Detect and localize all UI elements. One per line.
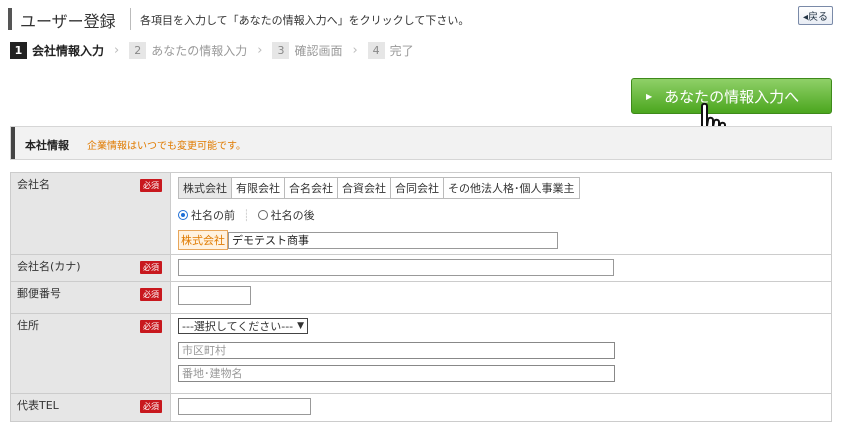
page-header: ユーザー登録 各項目を入力して「あなたの情報入力へ」をクリックして下さい。 ◂戻… — [8, 6, 833, 32]
selected-prefix-badge: 株式会社 — [178, 230, 228, 250]
step-label: 確認画面 — [294, 43, 343, 58]
prefecture-select[interactable]: ---選択してください--- ▼ — [178, 318, 309, 334]
street-building-input[interactable]: 番地･建物名 — [178, 365, 615, 382]
title-accent-bar — [8, 8, 12, 30]
prefecture-select-value: ---選択してください--- — [182, 320, 294, 333]
prefix-position-options: 社名の前 ┊ 社名の後 — [178, 207, 824, 223]
step-chevron-icon: › — [114, 42, 120, 58]
radio-label: 社名の後 — [270, 209, 315, 222]
play-arrow-icon: ▶ — [646, 91, 653, 101]
step-indicator: 1 会社情報入力 › 2 あなたの情報入力 › 3 確認画面 › 4 完了 — [10, 40, 414, 60]
corp-type-tab[interactable]: その他法人格･個人事業主 — [444, 177, 580, 199]
page-instruction: 各項目を入力して「あなたの情報入力へ」をクリックして下さい。 — [140, 14, 470, 27]
chevron-down-icon: ▼ — [297, 321, 305, 331]
required-badge: 必須 — [140, 179, 162, 192]
field-label-cell: 郵便番号 必須 — [10, 281, 171, 314]
headquarters-form: 会社名 必須 株式会社 有限会社 合名会社 合資会社 合同会社 その他法人格･個… — [10, 172, 832, 422]
step-chevron-icon: › — [257, 42, 263, 58]
step-1: 1 会社情報入力 — [10, 41, 105, 59]
phone-input[interactable] — [178, 398, 311, 415]
postal-code-input[interactable] — [178, 286, 251, 305]
step-4: 4 完了 — [367, 41, 414, 59]
required-badge: 必須 — [140, 261, 162, 274]
company-name-input[interactable]: デモテスト商事 — [228, 231, 558, 249]
field-label-cell: 住所 必須 — [10, 313, 171, 394]
form-row-phone: 代表TEL 必須 — [10, 393, 832, 422]
field-label-cell: 会社名(カナ) 必須 — [10, 254, 171, 282]
section-header-headquarters: 本社情報 企業情報はいつでも変更可能です。 — [10, 126, 832, 160]
form-row-company-kana: 会社名(カナ) 必須 — [10, 254, 832, 282]
company-name-label: 会社名 — [17, 178, 50, 191]
back-button-label: 戻る — [808, 12, 828, 23]
step-label: あなたの情報入力 — [151, 43, 248, 58]
title-divider — [130, 8, 131, 30]
step-3: 3 確認画面 — [272, 41, 343, 59]
option-divider: ┊ — [243, 208, 250, 222]
address-label: 住所 — [17, 319, 39, 332]
required-badge: 必須 — [140, 288, 162, 301]
corp-type-tab[interactable]: 合同会社 — [391, 177, 444, 199]
city-input[interactable]: 市区町村 — [178, 342, 615, 359]
step-number: 2 — [129, 41, 147, 59]
step-label: 完了 — [389, 43, 414, 58]
radio-after-name[interactable] — [257, 210, 268, 220]
company-kana-input[interactable] — [178, 259, 614, 276]
form-row-company-name: 会社名 必須 株式会社 有限会社 合名会社 合資会社 合同会社 その他法人格･個… — [10, 172, 832, 255]
radio-before-name[interactable] — [178, 210, 188, 220]
form-row-address: 住所 必須 ---選択してください--- ▼ 市区町村 番地･建物名 — [10, 313, 832, 394]
form-row-postal-code: 郵便番号 必須 — [10, 281, 832, 314]
company-name-input-row: 株式会社 デモテスト商事 — [178, 230, 824, 250]
corp-type-tab[interactable]: 有限会社 — [232, 177, 285, 199]
field-input-cell — [170, 254, 832, 282]
step-2: 2 あなたの情報入力 — [129, 41, 248, 59]
corp-type-tab[interactable]: 合資会社 — [338, 177, 391, 199]
section-accent-bar — [11, 127, 15, 159]
field-input-cell: 株式会社 有限会社 合名会社 合資会社 合同会社 その他法人格･個人事業主 社名… — [170, 172, 832, 255]
corporate-type-tabs: 株式会社 有限会社 合名会社 合資会社 合同会社 その他法人格･個人事業主 — [178, 177, 824, 199]
required-badge: 必須 — [140, 400, 162, 413]
field-input-cell — [170, 281, 832, 314]
section-title: 本社情報 — [25, 139, 69, 152]
step-number: 3 — [272, 41, 290, 59]
field-label-cell: 会社名 必須 — [10, 172, 171, 255]
field-input-cell: ---選択してください--- ▼ 市区町村 番地･建物名 — [170, 313, 832, 394]
required-badge: 必須 — [140, 320, 162, 333]
back-button[interactable]: ◂戻る — [797, 6, 833, 25]
section-note: 企業情報はいつでも変更可能です。 — [87, 141, 246, 152]
step-number: 1 — [10, 41, 27, 59]
step-label: 会社情報入力 — [32, 43, 105, 58]
page-title: ユーザー登録 — [20, 12, 116, 31]
step-number: 4 — [367, 41, 385, 59]
radio-label: 社名の前 — [191, 209, 235, 222]
corp-type-tab[interactable]: 株式会社 — [178, 177, 232, 199]
phone-label: 代表TEL — [17, 399, 59, 412]
postal-code-label: 郵便番号 — [17, 287, 61, 300]
company-kana-label: 会社名(カナ) — [17, 260, 81, 273]
field-input-cell — [170, 393, 832, 422]
step-chevron-icon: › — [352, 42, 358, 58]
corp-type-tab[interactable]: 合名会社 — [285, 177, 338, 199]
field-label-cell: 代表TEL 必須 — [10, 393, 171, 422]
